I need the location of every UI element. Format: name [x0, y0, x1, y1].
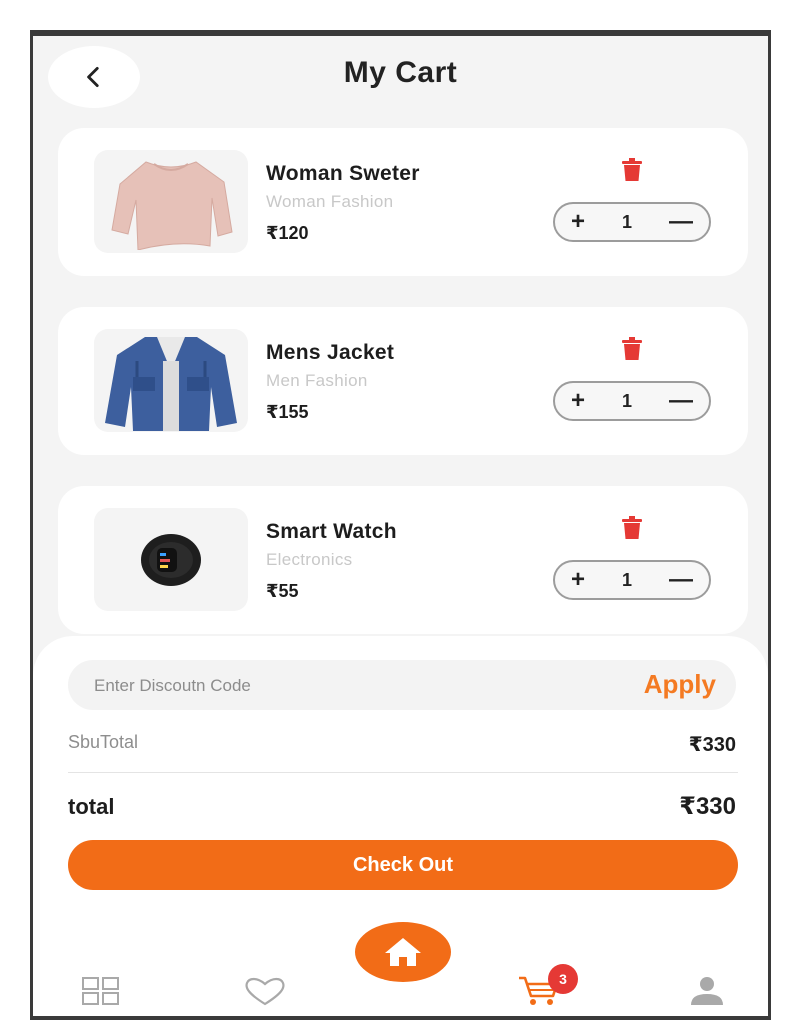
cart-item: Smart Watch Electronics ₹55 + 1 — — [58, 486, 748, 634]
total-value: ₹330 — [679, 793, 736, 820]
subtotal-value: ₹330 — [688, 734, 736, 756]
cart-item: Woman Sweter Woman Fashion ₹120 + 1 — — [58, 128, 748, 276]
increment-button[interactable]: + — [571, 210, 585, 234]
nav-grid[interactable] — [79, 974, 123, 1008]
product-category: Electronics — [266, 550, 353, 569]
page-title: My Cart — [343, 56, 458, 89]
product-image-watch[interactable] — [94, 508, 248, 611]
home-icon — [385, 938, 421, 966]
product-name: Mens Jacket — [266, 341, 395, 364]
product-price: ₹55 — [266, 581, 299, 601]
home-button[interactable] — [355, 922, 451, 982]
product-name: Smart Watch — [266, 520, 397, 543]
decrement-button[interactable]: — — [669, 389, 693, 413]
discount-code-input[interactable] — [92, 670, 576, 702]
quantity-value: 1 — [622, 390, 633, 411]
product-image-jacket[interactable] — [94, 329, 248, 432]
decrement-button[interactable]: — — [669, 568, 693, 592]
product-name: Woman Sweter — [266, 162, 420, 185]
trash-icon[interactable] — [621, 516, 643, 540]
product-category: Men Fashion — [266, 371, 368, 390]
subtotal-label: SbuTotal — [68, 732, 139, 752]
sweater-image — [111, 160, 233, 250]
product-price: ₹120 — [266, 223, 309, 243]
quantity-value: 1 — [622, 569, 633, 590]
trash-icon[interactable] — [621, 337, 643, 361]
nav-wishlist[interactable] — [243, 974, 287, 1008]
app-screen: My Cart Woman Sweter Woman Fashion ₹120 … — [30, 30, 771, 1020]
quantity-stepper: + 1 — — [553, 560, 711, 600]
heart-icon — [245, 977, 285, 1006]
cart-count-badge: 3 — [548, 964, 578, 994]
total-label: total — [68, 794, 115, 819]
product-image-sweater[interactable] — [94, 150, 248, 253]
discount-bar: Apply — [68, 660, 736, 710]
user-icon — [691, 977, 723, 1005]
product-category: Woman Fashion — [266, 192, 394, 211]
quantity-stepper: + 1 — — [553, 202, 711, 242]
increment-button[interactable]: + — [571, 568, 585, 592]
decrement-button[interactable]: — — [669, 210, 693, 234]
quantity-stepper: + 1 — — [553, 381, 711, 421]
watch-image — [141, 533, 201, 586]
apply-button[interactable]: Apply — [644, 669, 716, 700]
increment-button[interactable]: + — [571, 389, 585, 413]
divider — [68, 772, 738, 773]
jacket-image — [105, 336, 237, 431]
product-price: ₹155 — [266, 402, 309, 422]
checkout-button[interactable]: Check Out — [68, 840, 738, 890]
quantity-value: 1 — [622, 211, 633, 232]
grid-icon — [82, 977, 119, 1005]
nav-profile[interactable] — [685, 974, 729, 1008]
cart-item: Mens Jacket Men Fashion ₹155 + 1 — — [58, 307, 748, 455]
trash-icon[interactable] — [621, 158, 643, 182]
